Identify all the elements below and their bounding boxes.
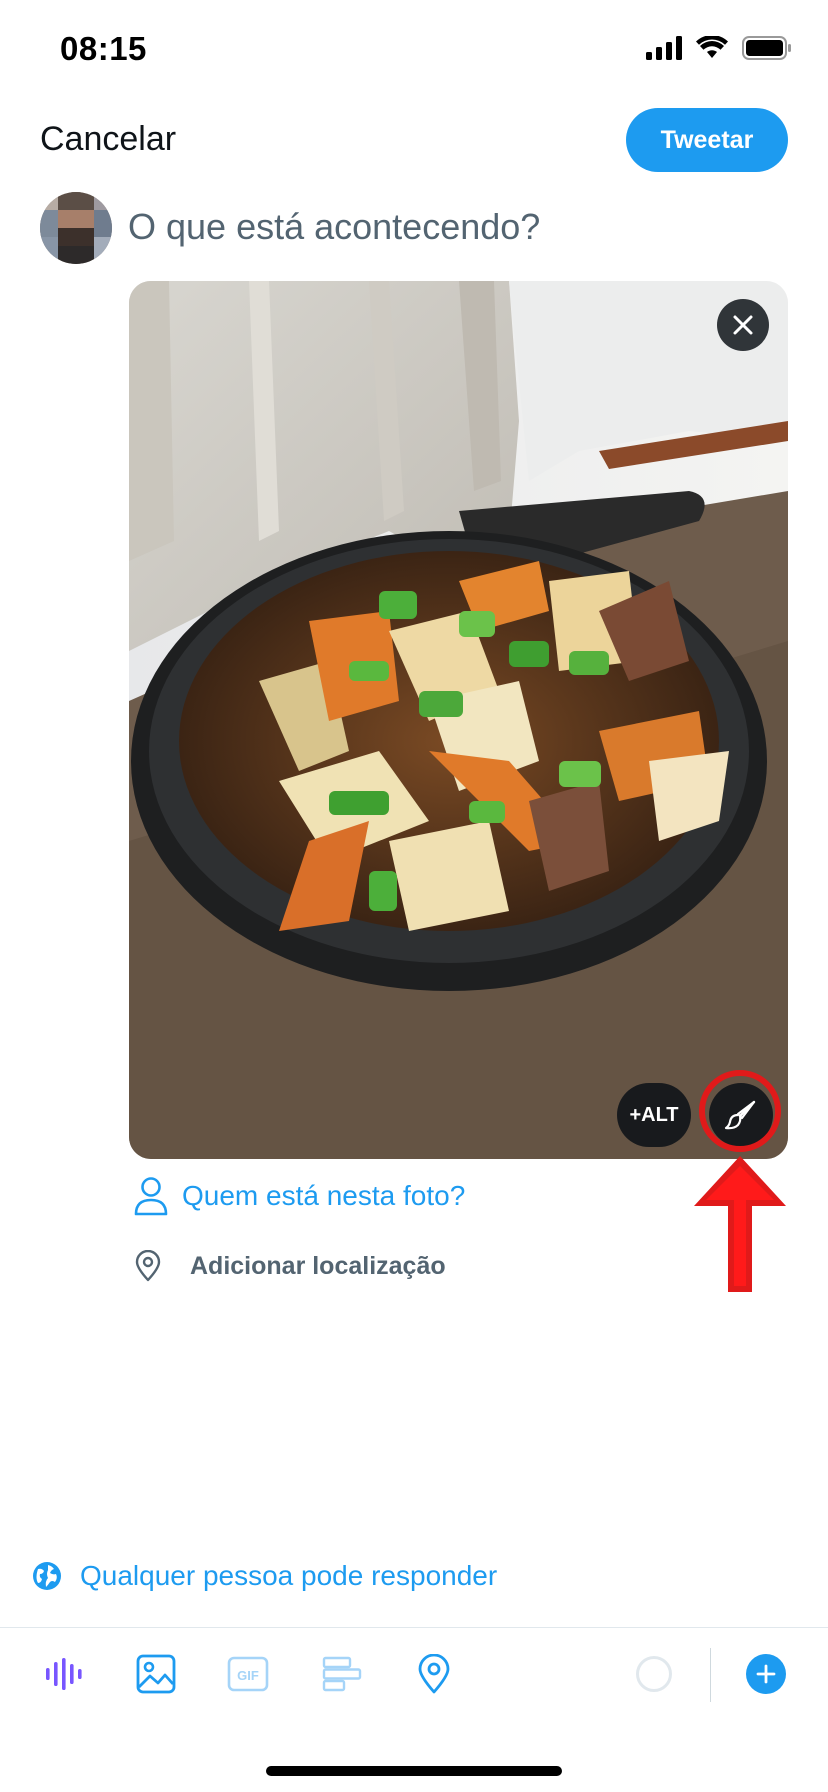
plus-icon bbox=[756, 1664, 776, 1684]
status-icons bbox=[646, 36, 792, 60]
add-poll-button[interactable] bbox=[318, 1650, 366, 1698]
brush-icon bbox=[724, 1100, 756, 1130]
tweet-button[interactable]: Tweetar bbox=[626, 108, 788, 172]
annotation-arrow-icon bbox=[694, 1156, 786, 1292]
remove-media-button[interactable] bbox=[717, 299, 769, 351]
gif-icon: GIF bbox=[227, 1656, 269, 1692]
signal-icon bbox=[646, 36, 682, 60]
add-image-button[interactable] bbox=[132, 1650, 180, 1698]
poll-icon bbox=[322, 1656, 362, 1692]
svg-text:GIF: GIF bbox=[237, 1668, 259, 1683]
globe-icon bbox=[33, 1562, 61, 1590]
status-bar: 08:15 bbox=[0, 0, 828, 100]
battery-icon bbox=[742, 36, 791, 60]
cancel-button[interactable]: Cancelar bbox=[40, 120, 176, 159]
image-icon bbox=[136, 1654, 176, 1694]
toolbar-separator bbox=[710, 1648, 711, 1702]
location-icon bbox=[418, 1654, 450, 1694]
edit-media-button[interactable] bbox=[709, 1083, 773, 1147]
add-location-button[interactable]: Adicionar localização bbox=[134, 1250, 446, 1282]
status-time: 08:15 bbox=[60, 30, 147, 67]
voice-tweet-button[interactable] bbox=[40, 1650, 88, 1698]
wifi-icon bbox=[696, 36, 728, 58]
close-icon bbox=[733, 315, 753, 335]
add-tweet-button[interactable] bbox=[746, 1654, 786, 1694]
home-indicator bbox=[266, 1766, 562, 1776]
location-pin-icon bbox=[135, 1250, 161, 1282]
character-count-ring bbox=[636, 1656, 672, 1692]
tweet-text-input[interactable] bbox=[128, 206, 788, 248]
reply-setting-label: Qualquer pessoa pode responder bbox=[80, 1560, 498, 1591]
add-alt-text-button[interactable]: +ALT bbox=[617, 1083, 691, 1147]
add-location-label: Adicionar localização bbox=[190, 1251, 446, 1280]
attached-photo: +ALT bbox=[129, 281, 788, 1159]
add-gif-button[interactable]: GIF bbox=[224, 1650, 272, 1698]
voice-icon bbox=[46, 1658, 82, 1690]
reply-setting-button[interactable]: Qualquer pessoa pode responder bbox=[32, 1560, 497, 1592]
toolbar-divider bbox=[0, 1627, 828, 1628]
person-icon bbox=[134, 1177, 168, 1216]
add-location-toolbar-button[interactable] bbox=[410, 1650, 458, 1698]
tag-people-button[interactable]: Quem está nesta foto? bbox=[134, 1176, 465, 1216]
avatar[interactable] bbox=[40, 192, 112, 264]
tag-people-label: Quem está nesta foto? bbox=[182, 1180, 466, 1211]
